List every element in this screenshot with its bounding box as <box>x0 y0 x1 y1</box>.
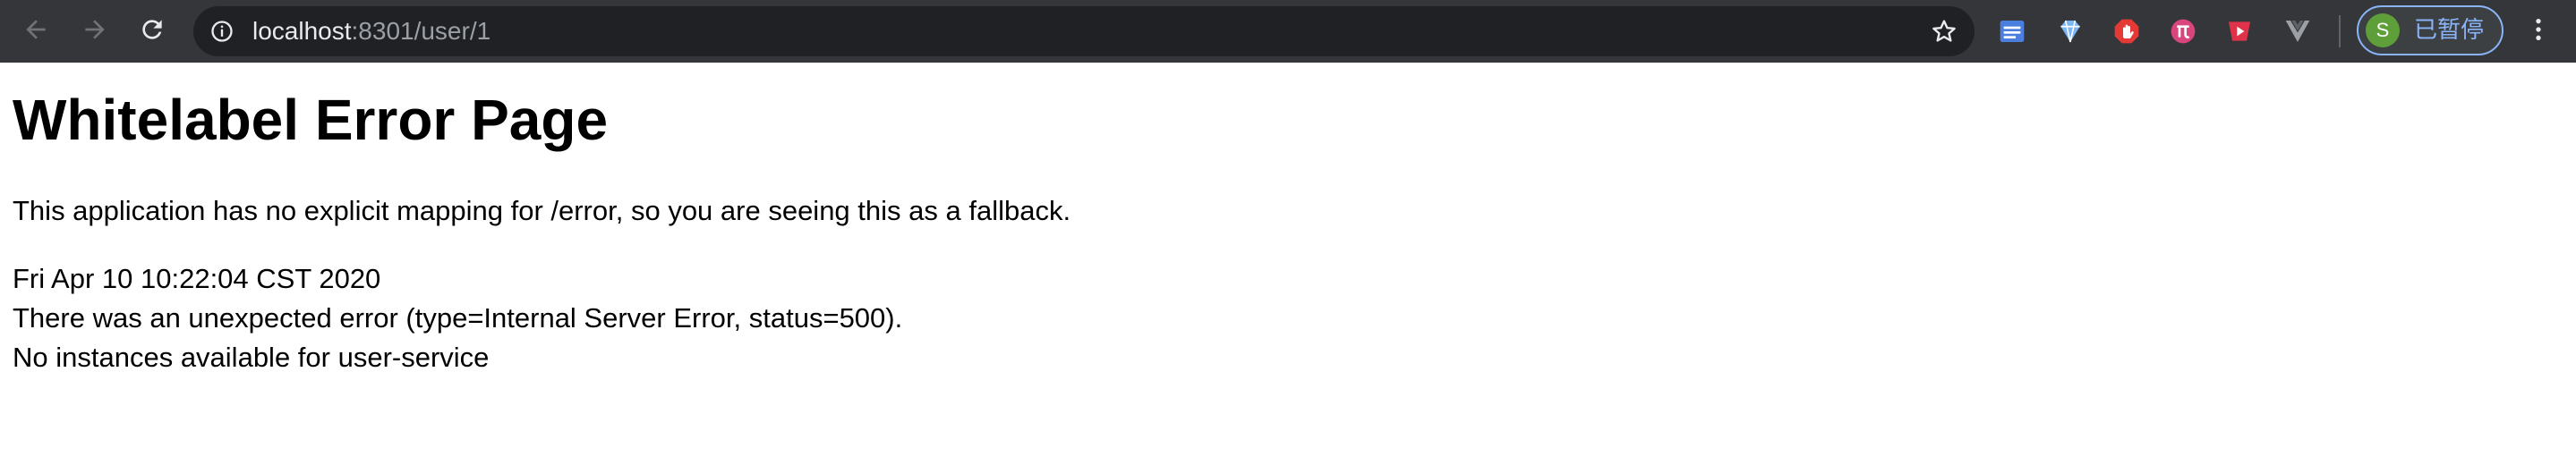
avatar: S <box>2366 13 2400 47</box>
page-title: Whitelabel Error Page <box>13 88 609 152</box>
forward-arrow-icon <box>81 15 109 48</box>
browser-menu-button[interactable] <box>2519 12 2558 51</box>
pi-extension-icon[interactable] <box>2167 15 2199 47</box>
forward-button[interactable] <box>75 12 115 51</box>
reader-extension-icon[interactable] <box>1996 15 2028 47</box>
profile-button[interactable]: S 已暂停 <box>2357 5 2503 55</box>
error-type-line: There was an unexpected error (type=Inte… <box>13 302 903 334</box>
error-detail-message: No instances available for user-service <box>13 342 490 373</box>
star-icon[interactable] <box>1930 17 1958 46</box>
error-timestamp: Fri Apr 10 10:22:04 CST 2020 <box>13 263 381 294</box>
adblock-extension-icon[interactable] <box>2111 15 2143 47</box>
play-extension-icon[interactable] <box>2223 15 2256 47</box>
reload-icon <box>138 15 166 48</box>
browser-toolbar: localhost:8301/user/1 S 已暂停 <box>0 0 2576 63</box>
kebab-menu-icon <box>2524 15 2553 48</box>
profile-status-label: 已暂停 <box>2414 17 2485 44</box>
back-arrow-icon <box>21 15 50 48</box>
vue-devtools-icon[interactable] <box>2282 15 2314 47</box>
error-details: Fri Apr 10 10:22:04 CST 2020 There was a… <box>13 259 2563 377</box>
url-path: :8301/user/1 <box>351 17 491 45</box>
back-button[interactable] <box>16 12 55 51</box>
page-content: Whitelabel Error Page This application h… <box>13 63 2563 377</box>
toolbar-separator <box>2339 15 2341 47</box>
url-text[interactable]: localhost:8301/user/1 <box>252 6 490 56</box>
fallback-message: This application has no explicit mapping… <box>13 195 1071 226</box>
reload-button[interactable] <box>132 12 172 51</box>
info-icon[interactable] <box>209 19 235 44</box>
url-host: localhost <box>252 17 352 45</box>
address-bar[interactable]: localhost:8301/user/1 <box>193 6 1975 56</box>
diamond-extension-icon[interactable] <box>2054 15 2086 47</box>
